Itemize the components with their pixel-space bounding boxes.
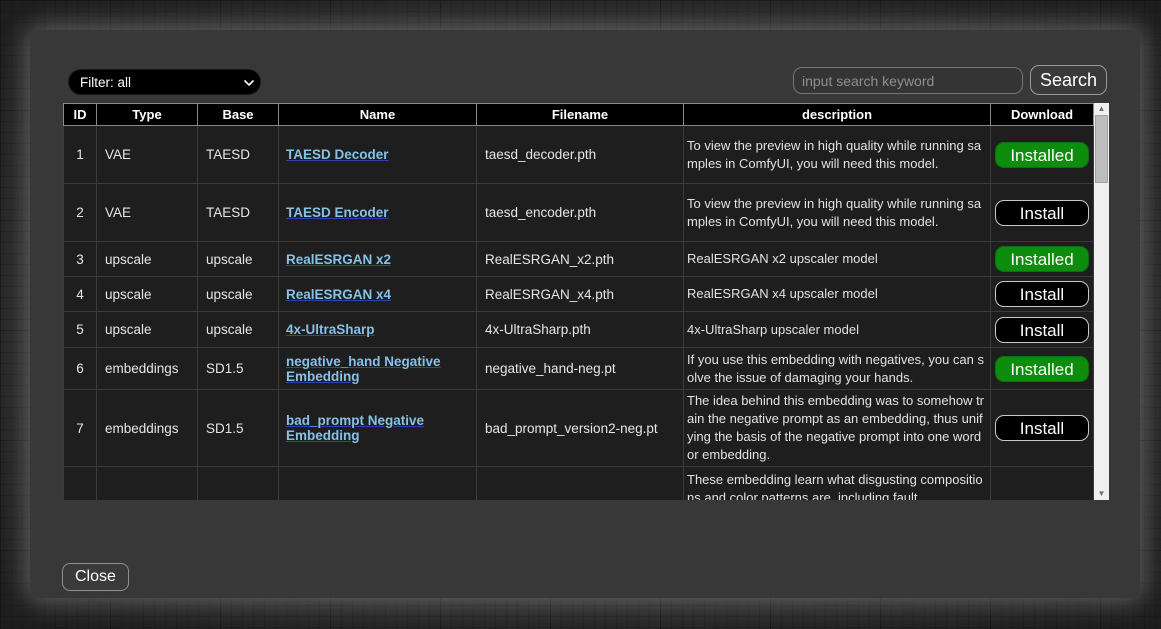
cell-description: RealESRGAN x2 upscaler model [684, 242, 991, 277]
cell-description: To view the preview in high quality whil… [684, 126, 991, 184]
cell-filename [477, 467, 684, 501]
model-table: ID Type Base Name Filename description D… [63, 103, 1094, 500]
cell-base: upscale [198, 312, 279, 348]
scroll-up-icon[interactable]: ▲ [1094, 103, 1109, 115]
install-state-button[interactable]: Installed [995, 356, 1089, 382]
cell-id: 6 [64, 348, 97, 390]
cell-id: 3 [64, 242, 97, 277]
cell-base: SD1.5 [198, 348, 279, 390]
cell-id: 5 [64, 312, 97, 348]
scroll-down-icon[interactable]: ▼ [1094, 488, 1109, 500]
cell-description: The idea behind this embedding was to so… [684, 390, 991, 467]
model-link[interactable]: bad_prompt Negative Embedding [286, 413, 424, 443]
install-state-button[interactable]: Installed [995, 246, 1089, 272]
cell-filename: negative_hand-neg.pt [477, 348, 684, 390]
cell-type: VAE [97, 126, 198, 184]
cell-download: Install [991, 184, 1094, 242]
install-state-button[interactable]: Install [995, 317, 1089, 343]
cell-type [97, 467, 198, 501]
model-table-viewport: ID Type Base Name Filename description D… [63, 103, 1109, 500]
filter-select[interactable]: Filter: all [68, 69, 261, 95]
cell-id: 1 [64, 126, 97, 184]
table-row: 4 upscale upscale RealESRGAN x4 RealESRG… [64, 277, 1094, 312]
table-row: 3 upscale upscale RealESRGAN x2 RealESRG… [64, 242, 1094, 277]
cell-type: upscale [97, 242, 198, 277]
cell-filename: taesd_decoder.pth [477, 126, 684, 184]
model-link[interactable]: RealESRGAN x4 [286, 287, 391, 302]
scrollbar-thumb[interactable] [1095, 115, 1108, 183]
table-scrollbar[interactable]: ▲ ▼ [1094, 103, 1109, 500]
cell-base: TAESD [198, 184, 279, 242]
cell-type: upscale [97, 277, 198, 312]
model-link[interactable]: negative_hand Negative Embedding [286, 354, 441, 384]
model-link[interactable]: 4x-UltraSharp [286, 322, 375, 337]
col-header-id: ID [64, 104, 97, 126]
cell-filename: 4x-UltraSharp.pth [477, 312, 684, 348]
table-row-clipped: These embedding learn what disgusting co… [64, 467, 1094, 501]
cell-filename: taesd_encoder.pth [477, 184, 684, 242]
cell-base [198, 467, 279, 501]
install-state-button[interactable]: Install [995, 415, 1089, 441]
cell-name: RealESRGAN x2 [279, 242, 477, 277]
cell-name: bad_prompt Negative Embedding [279, 390, 477, 467]
col-header-name: Name [279, 104, 477, 126]
cell-base: upscale [198, 277, 279, 312]
model-link[interactable]: TAESD Decoder [286, 147, 389, 162]
table-row: 7 embeddings SD1.5 bad_prompt Negative E… [64, 390, 1094, 467]
col-header-filename: Filename [477, 104, 684, 126]
cell-type: embeddings [97, 348, 198, 390]
cell-id: 2 [64, 184, 97, 242]
table-header-row: ID Type Base Name Filename description D… [64, 104, 1094, 126]
install-state-button[interactable]: Install [995, 200, 1089, 226]
col-header-download: Download [991, 104, 1094, 126]
cell-description: RealESRGAN x4 upscaler model [684, 277, 991, 312]
cell-base: SD1.5 [198, 390, 279, 467]
model-link[interactable]: RealESRGAN x2 [286, 252, 391, 267]
cell-filename: RealESRGAN_x2.pth [477, 242, 684, 277]
col-header-type: Type [97, 104, 198, 126]
cell-name: TAESD Decoder [279, 126, 477, 184]
cell-name [279, 467, 477, 501]
cell-download: Install [991, 312, 1094, 348]
cell-download [991, 467, 1094, 501]
cell-filename: bad_prompt_version2-neg.pt [477, 390, 684, 467]
cell-download: Installed [991, 242, 1094, 277]
cell-description: 4x-UltraSharp upscaler model [684, 312, 991, 348]
col-header-description: description [684, 104, 991, 126]
cell-filename: RealESRGAN_x4.pth [477, 277, 684, 312]
cell-name: TAESD Encoder [279, 184, 477, 242]
table-row: 5 upscale upscale 4x-UltraSharp 4x-Ultra… [64, 312, 1094, 348]
cell-download: Installed [991, 126, 1094, 184]
cell-download: Install [991, 390, 1094, 467]
install-state-button[interactable]: Installed [995, 142, 1089, 168]
cell-id: 7 [64, 390, 97, 467]
cell-description: To view the preview in high quality whil… [684, 184, 991, 242]
cell-type: VAE [97, 184, 198, 242]
cell-name: 4x-UltraSharp [279, 312, 477, 348]
cell-type: embeddings [97, 390, 198, 467]
cell-description: If you use this embedding with negatives… [684, 348, 991, 390]
install-state-button[interactable]: Install [995, 281, 1089, 307]
cell-download: Installed [991, 348, 1094, 390]
close-button[interactable]: Close [62, 563, 129, 591]
search-input[interactable] [793, 67, 1023, 94]
table-row: 6 embeddings SD1.5 negative_hand Negativ… [64, 348, 1094, 390]
cell-base: upscale [198, 242, 279, 277]
cell-type: upscale [97, 312, 198, 348]
cell-download: Install [991, 277, 1094, 312]
search-button[interactable]: Search [1030, 65, 1107, 95]
model-link[interactable]: TAESD Encoder [286, 205, 389, 220]
table-row: 1 VAE TAESD TAESD Decoder taesd_decoder.… [64, 126, 1094, 184]
table-row: 2 VAE TAESD TAESD Encoder taesd_encoder.… [64, 184, 1094, 242]
cell-base: TAESD [198, 126, 279, 184]
cell-id: 4 [64, 277, 97, 312]
install-models-dialog: Filter: all Search ID Type Base Name Fil… [30, 30, 1140, 598]
cell-name: negative_hand Negative Embedding [279, 348, 477, 390]
col-header-base: Base [198, 104, 279, 126]
cell-description: These embedding learn what disgusting co… [684, 467, 991, 501]
cell-id [64, 467, 97, 501]
cell-name: RealESRGAN x4 [279, 277, 477, 312]
